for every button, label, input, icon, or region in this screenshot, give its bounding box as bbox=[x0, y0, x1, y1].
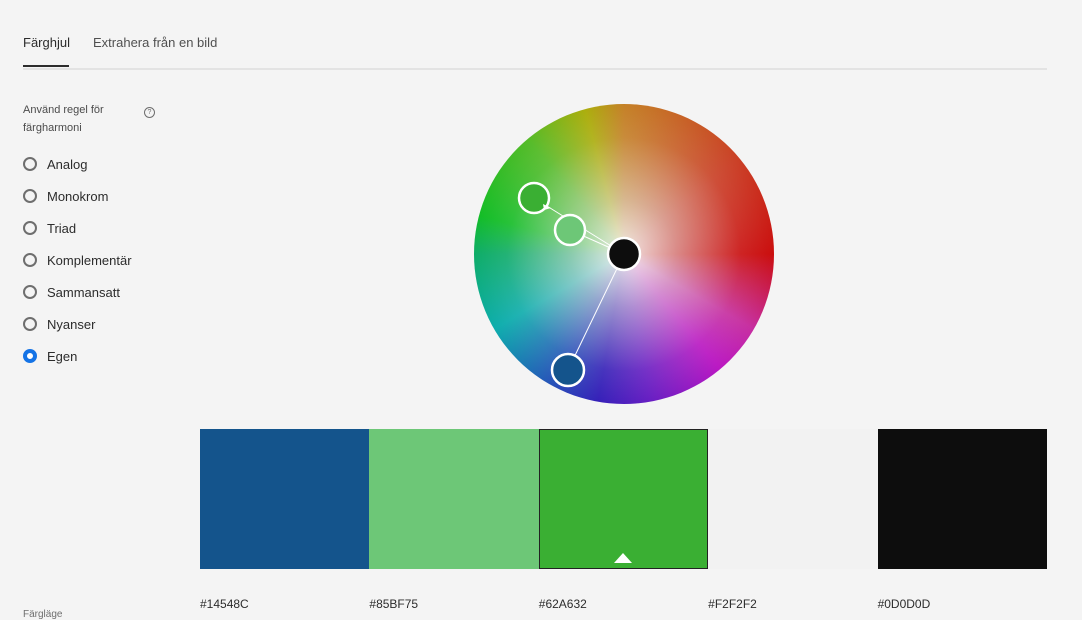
color-handle-light-green[interactable] bbox=[553, 213, 587, 247]
radio-label: Nyanser bbox=[47, 316, 96, 332]
radio-monochrome[interactable]: Monokrom bbox=[23, 186, 108, 206]
color-swatch[interactable] bbox=[200, 429, 370, 569]
radio-button-checked[interactable] bbox=[23, 349, 37, 363]
radio-label: Egen bbox=[47, 348, 78, 364]
radio-button[interactable] bbox=[23, 317, 37, 331]
tab-extract-from-image[interactable]: Extrahera från en bild bbox=[93, 35, 217, 50]
radio-button[interactable] bbox=[23, 157, 37, 171]
radio-triad[interactable]: Triad bbox=[23, 218, 76, 238]
color-swatch[interactable] bbox=[877, 429, 1047, 569]
color-swatch[interactable] bbox=[369, 429, 539, 569]
active-tab-indicator bbox=[23, 65, 69, 67]
radio-label: Triad bbox=[47, 220, 77, 236]
tab-bar: Färghjul Extrahera från en bild bbox=[23, 0, 1047, 70]
hex-code[interactable]: #0D0D0D bbox=[878, 597, 1047, 611]
radio-label: Monokrom bbox=[47, 188, 109, 204]
tab-color-wheel[interactable]: Färghjul bbox=[23, 35, 70, 50]
radio-label: Analog bbox=[47, 156, 88, 172]
hex-code[interactable]: #85BF75 bbox=[369, 597, 538, 611]
selected-triangle-icon bbox=[614, 553, 633, 563]
color-wheel[interactable] bbox=[474, 104, 774, 404]
hex-code[interactable]: #14548C bbox=[200, 597, 369, 611]
color-swatch-selected[interactable] bbox=[538, 429, 709, 569]
radio-custom[interactable]: Egen bbox=[23, 346, 77, 366]
color-handle-black[interactable] bbox=[606, 236, 642, 272]
radio-analog[interactable]: Analog bbox=[23, 154, 87, 174]
question-circle-icon[interactable]: ? bbox=[144, 107, 155, 118]
radio-button[interactable] bbox=[23, 221, 37, 235]
radio-label: Komplementär bbox=[47, 252, 132, 268]
hex-code[interactable]: #62A632 bbox=[539, 597, 708, 611]
hex-codes-row: #14548C #85BF75 #62A632 #F2F2F2 #0D0D0D bbox=[200, 597, 1047, 611]
color-swatch[interactable] bbox=[708, 429, 878, 569]
radio-compound[interactable]: Sammansatt bbox=[23, 282, 120, 302]
radio-button[interactable] bbox=[23, 253, 37, 267]
radio-label: Sammansatt bbox=[47, 284, 120, 300]
radio-button[interactable] bbox=[23, 285, 37, 299]
harmony-rule-label: Använd regel för färgharmoni bbox=[23, 104, 104, 134]
color-handle-blue[interactable] bbox=[550, 352, 586, 388]
marker-line bbox=[567, 253, 625, 371]
hex-code[interactable]: #F2F2F2 bbox=[708, 597, 877, 611]
color-wheel-markers bbox=[517, 181, 642, 388]
radio-button[interactable] bbox=[23, 189, 37, 203]
radio-shades[interactable]: Nyanser bbox=[23, 314, 95, 334]
radio-complementary[interactable]: Komplementär bbox=[23, 250, 132, 270]
swatch-row bbox=[200, 429, 1047, 569]
